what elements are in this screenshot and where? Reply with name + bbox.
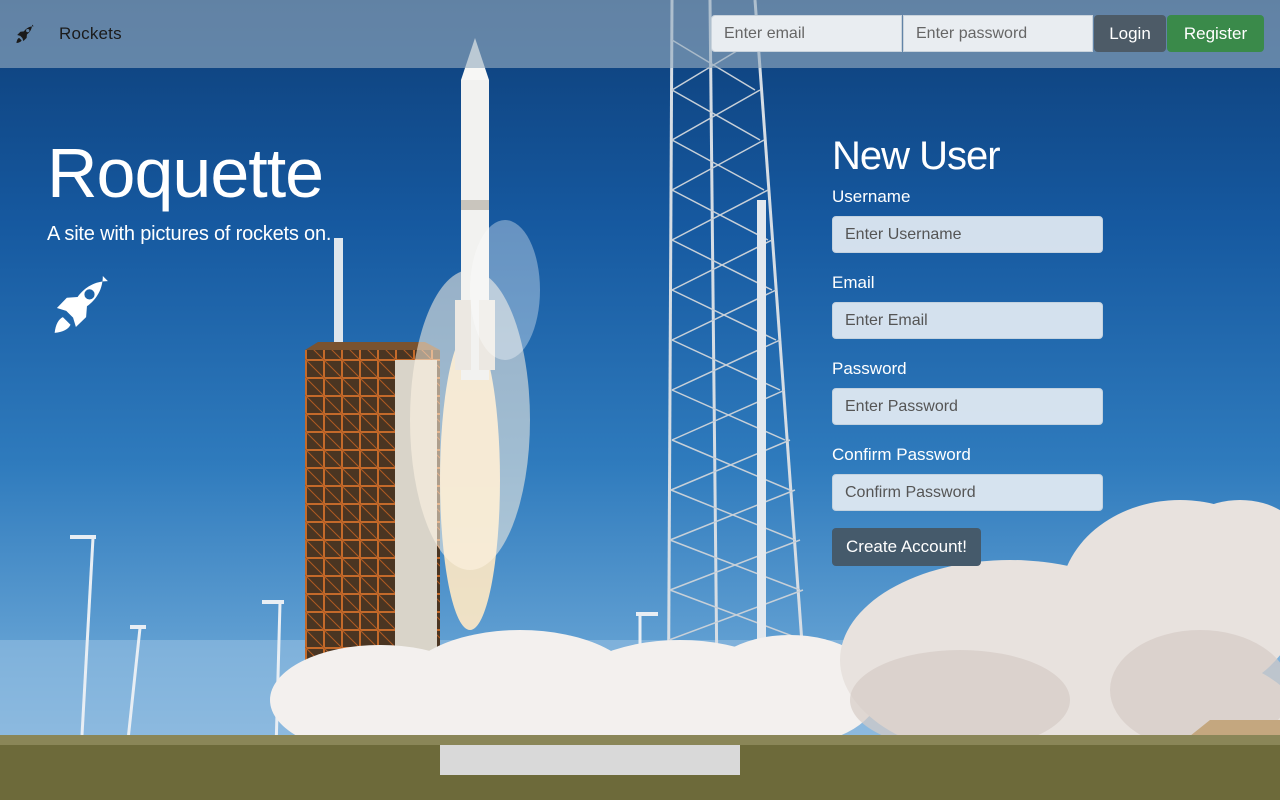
- rocket-icon[interactable]: [14, 24, 36, 46]
- email-label: Email: [832, 273, 875, 292]
- site-tagline: A site with pictures of rockets on.: [47, 223, 332, 245]
- brand-link[interactable]: Rockets: [59, 24, 122, 44]
- email-input[interactable]: [832, 302, 1103, 339]
- login-button[interactable]: Login: [1094, 15, 1166, 52]
- site-title: Roquette: [47, 134, 324, 212]
- password-input[interactable]: [832, 388, 1103, 425]
- password-label: Password: [832, 359, 907, 378]
- form-title: New User: [832, 134, 1001, 178]
- username-label: Username: [832, 187, 911, 206]
- login-password-input[interactable]: [903, 15, 1093, 52]
- rocket-icon: [47, 274, 115, 342]
- create-account-button[interactable]: Create Account!: [832, 528, 981, 566]
- register-button[interactable]: Register: [1167, 15, 1264, 52]
- login-email-input[interactable]: [711, 15, 902, 52]
- top-navbar: Rockets Login Register: [0, 0, 1280, 68]
- confirm-password-label: Confirm Password: [832, 445, 971, 464]
- confirm-password-input[interactable]: [832, 474, 1103, 511]
- username-input[interactable]: [832, 216, 1103, 253]
